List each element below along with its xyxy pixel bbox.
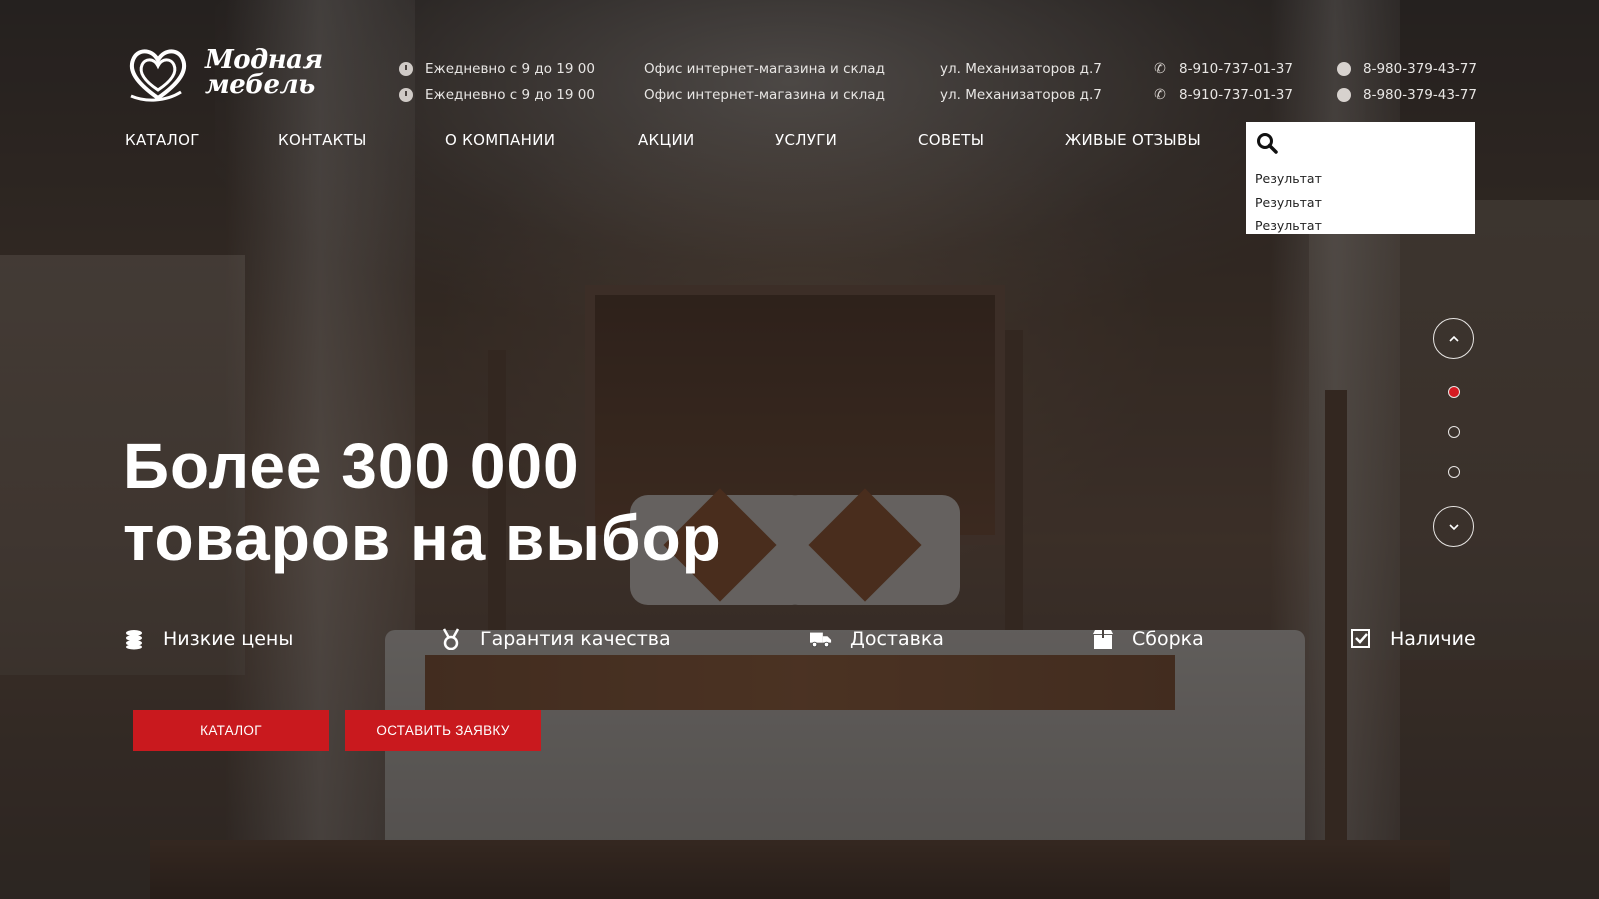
request-button[interactable]: ОСТАВИТЬ ЗАЯВКУ	[345, 710, 541, 751]
feature-assembly: Сборка	[1092, 628, 1204, 650]
slider-dot-3[interactable]	[1448, 466, 1460, 478]
feature-label: Сборка	[1132, 628, 1204, 650]
feature-low-prices: Низкие цены	[123, 628, 293, 650]
hero-title-line-1: Более 300 000	[123, 430, 580, 502]
chevron-up-icon	[1448, 335, 1459, 342]
search-result-item[interactable]: Результат	[1255, 191, 1322, 215]
search-input[interactable]	[1284, 128, 1468, 156]
office-text: Офис интернет-магазина и склад	[644, 87, 885, 103]
feature-quality: Гарантия качества	[440, 628, 671, 650]
nav-about[interactable]: О КОМПАНИИ	[445, 131, 555, 149]
hours-text: Ежедневно с 9 до 19 00	[425, 87, 595, 103]
clock-icon	[399, 62, 413, 76]
phone-link[interactable]: 8-910-737-01-37	[1179, 87, 1293, 103]
feature-label: Наличие	[1390, 628, 1476, 650]
circle-icon	[1337, 62, 1351, 76]
phone-icon: ✆	[1154, 87, 1166, 103]
search-box: Результат Результат Результат	[1246, 122, 1475, 234]
office-info: Офис интернет-магазина и склад Офис инте…	[644, 56, 885, 108]
slider-down-button[interactable]	[1433, 506, 1474, 547]
heart-logo-icon	[129, 49, 187, 102]
slider-up-button[interactable]	[1433, 318, 1474, 359]
phone-icon: ✆	[1154, 61, 1166, 77]
address-text: ул. Механизаторов д.7	[940, 61, 1102, 77]
box-icon	[1093, 630, 1113, 649]
logo-line-2: мебель	[205, 70, 315, 100]
nav-catalog[interactable]: КАТАЛОГ	[125, 131, 200, 149]
search-result-item[interactable]: Результат	[1255, 214, 1322, 238]
hours-text: Ежедневно с 9 до 19 00	[425, 61, 595, 77]
hero-title: Более 300 000 товаров на выбор	[123, 430, 823, 574]
search-icon[interactable]	[1256, 132, 1278, 154]
site-logo[interactable]: Модная мебель	[125, 38, 340, 108]
slider-dot-1[interactable]	[1448, 386, 1460, 398]
medal-icon	[442, 628, 460, 650]
feature-label: Доставка	[850, 628, 944, 650]
chevron-down-icon	[1448, 523, 1459, 530]
phone-link[interactable]: 8-910-737-01-37	[1179, 61, 1293, 77]
catalog-button[interactable]: КАТАЛОГ	[133, 710, 329, 751]
checkbox-icon	[1351, 629, 1370, 648]
address-info: ул. Механизаторов д.7 ул. Механизаторов …	[940, 56, 1102, 108]
phone-link[interactable]: 8-980-379-43-77	[1363, 87, 1477, 103]
feature-delivery: Доставка	[810, 628, 944, 650]
phone-2: 8-980-379-43-77 8-980-379-43-77	[1337, 56, 1477, 108]
working-hours: Ежедневно с 9 до 19 00 Ежедневно с 9 до …	[399, 56, 595, 108]
phone-link[interactable]: 8-980-379-43-77	[1363, 61, 1477, 77]
phone-1: ✆ 8-910-737-01-37 ✆ 8-910-737-01-37	[1153, 56, 1293, 108]
feature-label: Низкие цены	[163, 628, 294, 650]
search-result-item[interactable]: Результат	[1255, 167, 1322, 191]
office-text: Офис интернет-магазина и склад	[644, 61, 885, 77]
truck-icon	[810, 632, 832, 648]
nav-services[interactable]: УСЛУГИ	[775, 131, 837, 149]
circle-icon	[1337, 88, 1351, 102]
feature-in-stock: Наличие	[1350, 628, 1476, 650]
logo-text: Модная мебель	[205, 47, 323, 100]
nav-promos[interactable]: АКЦИИ	[638, 131, 695, 149]
nav-contacts[interactable]: КОНТАКТЫ	[278, 131, 367, 149]
nav-tips[interactable]: СОВЕТЫ	[918, 131, 984, 149]
address-text: ул. Механизаторов д.7	[940, 87, 1102, 103]
coins-icon	[126, 630, 142, 650]
feature-label: Гарантия качества	[480, 628, 671, 650]
nav-reviews[interactable]: ЖИВЫЕ ОТЗЫВЫ	[1065, 131, 1201, 149]
hero-title-line-2: товаров на выбор	[123, 502, 722, 574]
search-results: Результат Результат Результат	[1255, 167, 1322, 238]
clock-icon	[399, 88, 413, 102]
slider-dot-2[interactable]	[1448, 426, 1460, 438]
